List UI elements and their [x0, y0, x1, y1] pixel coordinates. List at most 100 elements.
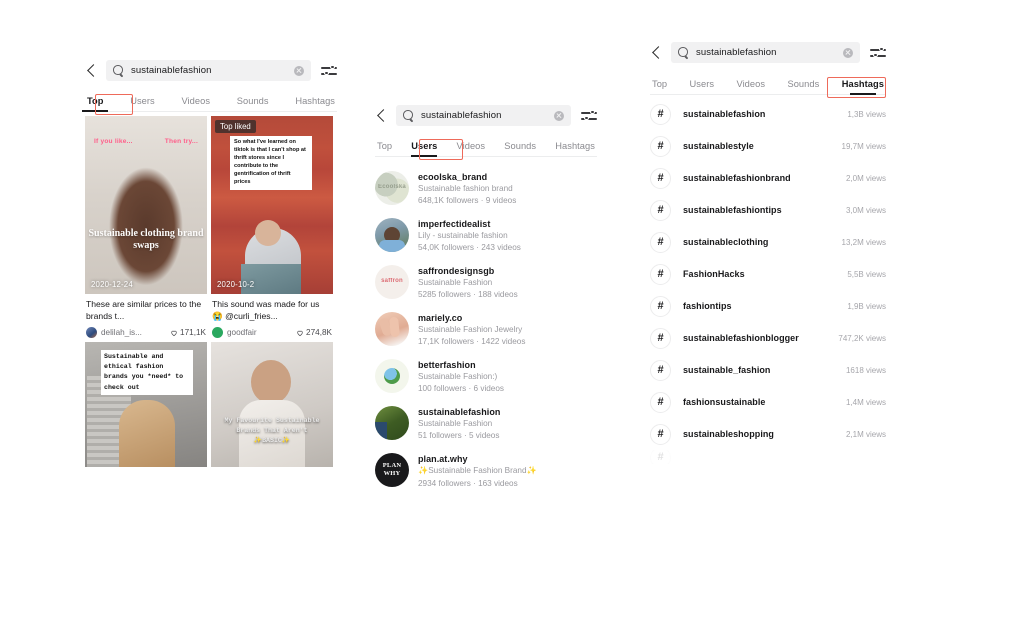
user-description: Sustainable Fashion Jewelry	[418, 325, 523, 334]
video-likes: 274,8K	[296, 328, 332, 337]
video-title: These are similar prices to the brands t…	[86, 299, 202, 321]
user-name: imperfectidealist	[418, 218, 491, 229]
tab-users[interactable]: Users	[688, 74, 717, 94]
clear-icon[interactable]	[294, 65, 304, 76]
tab-hashtags[interactable]: Hashtags	[553, 136, 597, 156]
video-thumbnail[interactable]: My Favourite Sustainable Brands That Are…	[211, 342, 333, 467]
avatar	[86, 327, 97, 338]
list-item[interactable]: # fashiontips 1,9B views	[650, 290, 886, 322]
tab-top[interactable]: Top	[375, 136, 394, 156]
hashtag-name: sustainablefashiontips	[683, 205, 782, 215]
hashtag-icon: #	[650, 263, 671, 285]
list-item[interactable]: imperfectidealist Lily - sustainable fas…	[375, 211, 597, 258]
video-like-count: 171,1K	[180, 328, 206, 337]
top-liked-badge: Top liked	[215, 120, 256, 133]
list-item[interactable]: saffron saffrondesignsgb Sustainable Fas…	[375, 258, 597, 305]
video-caption: This sound was made for us 😭 @curli_frie…	[211, 294, 333, 338]
tab-top[interactable]: Top	[650, 74, 669, 94]
video-card[interactable]: If you like... Then try... Sustainable c…	[85, 116, 207, 338]
tab-users[interactable]: Users	[128, 91, 157, 111]
filter-sliders-icon[interactable]	[870, 46, 886, 60]
user-description: Sustainable fashion brand	[418, 184, 513, 193]
list-item[interactable]: PLAN WHY plan.at.why ✨Sustainable Fashio…	[375, 446, 597, 494]
tab-videos[interactable]: Videos	[734, 74, 767, 94]
list-item[interactable]: # sustainablefashiontips 3,0M views	[650, 194, 886, 226]
search-input[interactable]: sustainablefashion	[396, 105, 571, 126]
user-description: Sustainable Fashion	[418, 278, 493, 287]
list-item[interactable]: Ecoolska ecoolska_brand Sustainable fash…	[375, 164, 597, 211]
hashtag-icon: #	[650, 199, 671, 221]
user-description: ✨Sustainable Fashion Brand✨	[418, 466, 537, 475]
user-info: plan.at.why ✨Sustainable Fashion Brand✨ …	[418, 453, 537, 488]
back-chevron-icon[interactable]	[85, 64, 99, 78]
tab-hashtags[interactable]: Hashtags	[840, 74, 886, 94]
list-item[interactable]: # sustainablefashion 1,3B views	[650, 98, 886, 130]
filter-sliders-icon[interactable]	[321, 64, 337, 78]
avatar-label: PLAN WHY	[382, 462, 402, 477]
tab-sounds[interactable]: Sounds	[785, 74, 821, 94]
hashtag-icon: #	[650, 327, 671, 349]
search-input[interactable]: sustainablefashion	[671, 42, 860, 63]
video-date: 2020-12-24	[91, 280, 133, 289]
video-grid: If you like... Then try... Sustainable c…	[85, 112, 337, 467]
filter-sliders-icon[interactable]	[581, 109, 597, 123]
panel-top-results: sustainablefashion Top Users Videos Soun…	[85, 60, 337, 467]
list-item[interactable]: mariely.co Sustainable Fashion Jewelry 1…	[375, 305, 597, 352]
avatar: PLAN WHY	[375, 452, 409, 487]
hashtag-name: FashionHacks	[683, 269, 745, 279]
user-name: betterfashion	[418, 359, 476, 370]
list-item[interactable]: betterfashion Sustainable Fashion:) 100 …	[375, 352, 597, 399]
list-item[interactable]: # FashionHacks 5,5B views	[650, 258, 886, 290]
list-item-partial[interactable]: #	[650, 450, 886, 464]
list-item[interactable]: # sustainablefashionbrand 2,0M views	[650, 162, 886, 194]
search-query-text: sustainablefashion	[421, 110, 502, 121]
hashtag-views: 5,5B views	[847, 269, 886, 279]
video-author-name: goodfair	[227, 328, 257, 337]
tab-videos[interactable]: Videos	[455, 136, 488, 156]
user-stats: 17,1K followers · 1422 videos	[418, 336, 526, 346]
user-info: saffrondesignsgb Sustainable Fashion 528…	[418, 265, 518, 299]
search-header: sustainablefashion	[85, 60, 337, 81]
video-card[interactable]: Sustainable and ethical fashion brands y…	[85, 342, 207, 467]
user-info: betterfashion Sustainable Fashion:) 100 …	[418, 359, 504, 393]
overlay-caption-card: So what I've learned on tiktok is that I…	[230, 136, 312, 190]
video-thumbnail[interactable]: If you like... Then try... Sustainable c…	[85, 116, 207, 294]
hashtag-views: 747,2K views	[838, 333, 886, 343]
avatar	[212, 327, 223, 338]
tab-sounds[interactable]: Sounds	[235, 91, 271, 111]
back-chevron-icon[interactable]	[375, 109, 389, 123]
avatar: saffron	[375, 264, 409, 299]
list-item[interactable]: # sustainableclothing 13,2M views	[650, 226, 886, 258]
tab-top[interactable]: Top	[85, 91, 106, 111]
list-item[interactable]: # sustainablestyle 19,7M views	[650, 130, 886, 162]
hashtag-views: 3,0M views	[845, 205, 886, 215]
search-header: sustainablefashion	[375, 105, 597, 126]
list-item[interactable]: # sustainableshopping 2,1M views	[650, 418, 886, 450]
avatar-label: Ecoolska	[378, 184, 406, 191]
panel-users-results: sustainablefashion Top Users Videos Soun…	[375, 105, 597, 494]
clear-icon[interactable]	[554, 110, 564, 121]
hashtag-icon: #	[650, 359, 671, 381]
video-thumbnail[interactable]: Top liked So what I've learned on tiktok…	[211, 116, 333, 294]
hashtag-icon: #	[650, 231, 671, 253]
tab-hashtags[interactable]: Hashtags	[293, 91, 337, 111]
user-name: saffrondesignsgb	[418, 265, 495, 276]
list-item[interactable]: # sustainablefashionblogger 747,2K views	[650, 322, 886, 354]
video-author[interactable]: goodfair	[212, 327, 257, 338]
list-item[interactable]: sustainablefashion Sustainable Fashion 5…	[375, 399, 597, 446]
video-card[interactable]: Top liked So what I've learned on tiktok…	[211, 116, 333, 338]
list-item[interactable]: # sustainable_fashion 1618 views	[650, 354, 886, 386]
video-thumbnail[interactable]: Sustainable and ethical fashion brands y…	[85, 342, 207, 467]
video-author[interactable]: delilah_is...	[86, 327, 142, 338]
back-chevron-icon[interactable]	[650, 46, 664, 60]
user-stats: 51 followers · 5 videos	[418, 430, 500, 440]
user-info: mariely.co Sustainable Fashion Jewelry 1…	[418, 312, 525, 346]
hashtag-name: sustainableshopping	[683, 429, 774, 439]
list-item[interactable]: # fashionsustainable 1,4M views	[650, 386, 886, 418]
video-card[interactable]: My Favourite Sustainable Brands That Are…	[211, 342, 333, 467]
tab-users[interactable]: Users	[409, 136, 439, 156]
clear-icon[interactable]	[843, 47, 853, 58]
tab-videos[interactable]: Videos	[179, 91, 212, 111]
search-input[interactable]: sustainablefashion	[106, 60, 311, 81]
tab-sounds[interactable]: Sounds	[502, 136, 538, 156]
